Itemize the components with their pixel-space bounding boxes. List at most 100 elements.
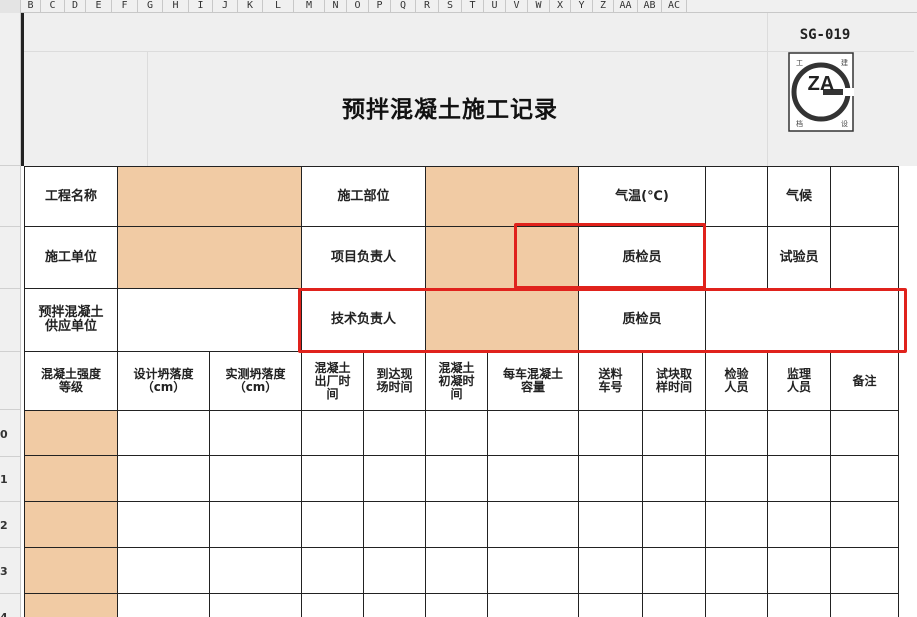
data-cell[interactable] [24,593,118,617]
row-number[interactable]: 3 [0,549,20,594]
column-header-cell[interactable]: L [263,0,294,13]
column-header-cell[interactable]: J [213,0,238,13]
construction-unit-input[interactable] [117,226,302,289]
technical-leader-input[interactable] [425,288,579,352]
data-cell[interactable] [209,455,302,502]
data-cell[interactable] [642,547,706,594]
data-cell[interactable] [487,501,579,548]
column-header-cell[interactable]: W [528,0,550,13]
column-header-cell[interactable]: H [163,0,189,13]
column-header-cell[interactable]: E [86,0,112,13]
data-cell[interactable] [767,501,831,548]
data-cell[interactable] [209,501,302,548]
data-cell[interactable] [363,593,426,617]
data-cell[interactable] [117,501,210,548]
data-cell[interactable] [705,455,768,502]
column-header-cell[interactable]: D [65,0,86,13]
data-cell[interactable] [24,455,118,502]
data-cell[interactable] [425,455,488,502]
data-cell[interactable] [209,593,302,617]
data-cell[interactable] [767,455,831,502]
data-cell[interactable] [425,501,488,548]
column-header-cell[interactable]: V [506,0,528,13]
data-cell[interactable] [117,547,210,594]
data-cell[interactable] [425,410,488,456]
select-all-corner[interactable] [0,0,21,13]
temperature-input[interactable] [705,166,768,227]
column-header-cell[interactable]: P [369,0,391,13]
data-cell[interactable] [301,593,364,617]
supplier-input[interactable] [117,288,302,352]
data-cell[interactable] [705,547,768,594]
data-cell[interactable] [363,455,426,502]
column-header-cell[interactable]: M [294,0,325,13]
column-header-cell[interactable]: N [325,0,347,13]
data-cell[interactable] [487,410,579,456]
project-name-input[interactable] [117,166,302,227]
column-header-cell[interactable]: U [484,0,506,13]
data-cell[interactable] [209,547,302,594]
column-header-cell[interactable]: AA [614,0,638,13]
data-cell[interactable] [830,547,899,594]
data-cell[interactable] [578,455,643,502]
data-cell[interactable] [705,501,768,548]
column-header-cell[interactable]: B [21,0,41,13]
column-header-cell[interactable]: F [112,0,138,13]
tester-input[interactable] [830,226,899,289]
row-header-cell[interactable] [0,227,20,289]
column-header-cell[interactable]: Y [571,0,593,13]
data-cell[interactable] [301,547,364,594]
column-header-cell[interactable]: R [416,0,439,13]
column-header-cell[interactable]: S [439,0,462,13]
data-cell[interactable] [578,501,643,548]
data-cell[interactable] [642,455,706,502]
data-cell[interactable] [767,593,831,617]
data-cell[interactable] [487,593,579,617]
quality-inspector-2-input[interactable] [705,288,899,352]
data-cell[interactable] [642,593,706,617]
column-header-cell[interactable]: AB [638,0,662,13]
row-header-cell[interactable] [0,166,20,227]
column-header-cell[interactable]: I [189,0,213,13]
data-cell[interactable] [425,593,488,617]
data-cell[interactable] [117,593,210,617]
column-header-cell[interactable]: O [347,0,369,13]
row-number[interactable]: 4 [0,595,20,617]
data-cell[interactable] [363,547,426,594]
data-cell[interactable] [578,593,643,617]
data-cell[interactable] [301,410,364,456]
row-number[interactable]: 1 [0,457,20,502]
data-cell[interactable] [363,410,426,456]
column-header-cell[interactable]: X [550,0,571,13]
column-header-cell[interactable]: T [462,0,484,13]
data-cell[interactable] [363,501,426,548]
row-header-cell[interactable] [0,13,20,166]
row-header-cell[interactable] [0,352,20,410]
data-cell[interactable] [117,455,210,502]
data-cell[interactable] [767,410,831,456]
column-header-cell[interactable]: G [138,0,163,13]
data-cell[interactable] [830,455,899,502]
data-cell[interactable] [705,593,768,617]
construction-part-input[interactable] [425,166,579,227]
data-cell[interactable] [642,501,706,548]
row-header-cell[interactable] [0,289,20,352]
column-header-cell[interactable]: K [238,0,263,13]
data-cell[interactable] [209,410,302,456]
row-number[interactable]: 2 [0,503,20,548]
data-cell[interactable] [425,547,488,594]
data-cell[interactable] [24,410,118,456]
project-leader-input[interactable] [425,226,579,289]
quality-inspector-input[interactable] [705,226,768,289]
column-header-cell[interactable]: Z [593,0,614,13]
data-cell[interactable] [830,410,899,456]
row-number[interactable]: 0 [0,412,20,457]
data-cell[interactable] [705,410,768,456]
data-cell[interactable] [642,410,706,456]
data-cell[interactable] [830,593,899,617]
column-header-cell[interactable]: AC [662,0,687,13]
data-cell[interactable] [578,410,643,456]
data-cell[interactable] [301,455,364,502]
data-cell[interactable] [301,501,364,548]
data-cell[interactable] [24,501,118,548]
